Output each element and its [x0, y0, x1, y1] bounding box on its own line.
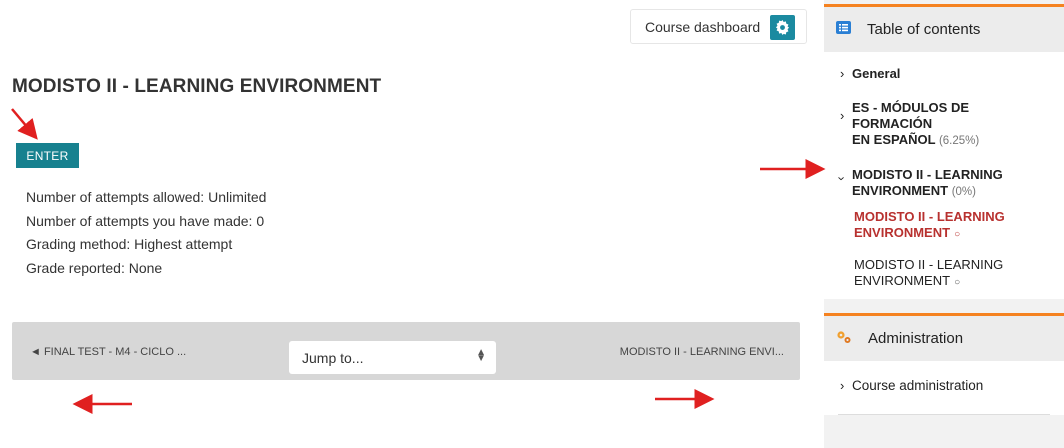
- annotation-arrows: [11, 108, 826, 414]
- arrow-to-enter: [11, 108, 38, 140]
